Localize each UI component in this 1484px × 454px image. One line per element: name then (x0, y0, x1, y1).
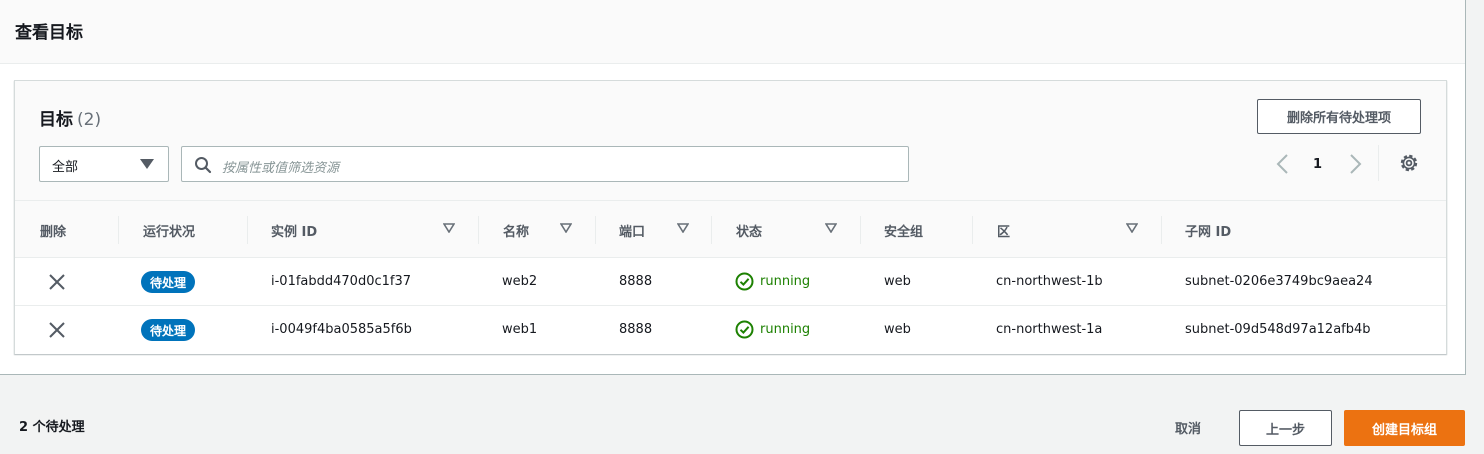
check-circle-icon (735, 320, 754, 339)
pending-count: 2 个待处理 (19, 420, 85, 435)
table-row: 待处理 i-0049f4ba0585a5f6b web1 8888 runnin… (15, 306, 1446, 354)
column-divider (478, 216, 479, 244)
column-header-name[interactable]: 名称 (503, 221, 529, 240)
name-cell: web2 (502, 274, 538, 289)
check-circle-icon (735, 272, 754, 291)
review-targets-panel: 查看目标 目标 (2) 删除所有待处理项 全部 按属性或值筛选资源 1 删除 运… (0, 0, 1466, 375)
health-badge: 待处理 (141, 271, 196, 293)
column-divider (1161, 216, 1162, 244)
pager-divider (1378, 145, 1379, 181)
security-group-cell: web (884, 274, 911, 289)
search-input[interactable]: 按属性或值筛选资源 (181, 146, 909, 182)
column-divider (118, 216, 119, 244)
sort-icon[interactable] (443, 223, 455, 233)
column-header-security-group: 安全组 (884, 225, 924, 240)
chevron-right-icon[interactable] (1345, 151, 1365, 177)
sort-icon[interactable] (1126, 223, 1138, 233)
targets-count: (2) (77, 110, 102, 130)
name-cell: web1 (502, 322, 538, 337)
zone-cell: cn-northwest-1a (996, 322, 1103, 337)
column-divider (972, 216, 973, 244)
column-divider (860, 216, 861, 244)
gear-icon[interactable] (1398, 152, 1420, 174)
table-header: 删除 运行状况 实例 ID 名称 端口 状态 安全组 区 子网 ID (15, 201, 1446, 258)
port-cell: 8888 (619, 322, 653, 337)
panel-header: 查看目标 (0, 0, 1465, 64)
column-divider (595, 216, 596, 244)
state-text: running (760, 274, 811, 289)
cancel-button[interactable]: 取消 (1160, 410, 1216, 445)
delete-all-pending-button[interactable]: 删除所有待处理项 (1257, 99, 1421, 134)
sort-icon[interactable] (825, 223, 837, 233)
remove-icon[interactable] (47, 320, 67, 340)
subnet-id-cell: subnet-0206e3749bc9aea24 (1185, 274, 1373, 289)
state-text: running (760, 322, 811, 337)
instance-id-cell: i-01fabdd470d0c1f37 (271, 274, 412, 289)
subnet-id-cell: subnet-09d548d97a12afb4b (1185, 322, 1371, 337)
column-header-zone[interactable]: 区 (997, 221, 1010, 240)
column-header-subnet-id: 子网 ID (1185, 225, 1232, 240)
zone-cell: cn-northwest-1b (996, 274, 1103, 289)
caret-down-icon (140, 159, 154, 169)
create-target-group-button[interactable]: 创建目标组 (1344, 410, 1465, 446)
column-header-state[interactable]: 状态 (736, 221, 762, 240)
filter-select[interactable]: 全部 (39, 146, 169, 182)
column-divider (711, 216, 712, 244)
search-placeholder: 按属性或值筛选资源 (222, 161, 340, 176)
panel-title: 查看目标 (15, 23, 83, 43)
filter-select-value: 全部 (52, 160, 79, 175)
sort-icon[interactable] (560, 223, 572, 233)
sort-icon[interactable] (677, 223, 689, 233)
targets-header: 目标 (2) 删除所有待处理项 全部 按属性或值筛选资源 1 (15, 81, 1446, 201)
state-cell: running (735, 320, 810, 339)
security-group-cell: web (884, 322, 911, 337)
column-divider (247, 216, 248, 244)
instance-id-cell: i-0049f4ba0585a5f6b (271, 322, 412, 337)
column-header-health: 运行状况 (143, 225, 196, 240)
column-header-instance-id[interactable]: 实例 ID (271, 221, 317, 240)
search-icon (195, 157, 212, 174)
chevron-left-icon[interactable] (1273, 151, 1293, 177)
targets-title: 目标 (2) (39, 105, 101, 130)
page-number[interactable]: 1 (1313, 157, 1322, 172)
column-header-delete: 删除 (40, 225, 67, 240)
targets-container: 目标 (2) 删除所有待处理项 全部 按属性或值筛选资源 1 删除 运行状况 实… (14, 80, 1447, 354)
targets-title-text: 目标 (39, 110, 73, 130)
state-cell: running (735, 272, 810, 291)
column-header-port[interactable]: 端口 (619, 221, 645, 240)
port-cell: 8888 (619, 274, 653, 289)
table-row: 待处理 i-01fabdd470d0c1f37 web2 8888 runnin… (15, 258, 1446, 306)
remove-icon[interactable] (47, 272, 67, 292)
health-badge: 待处理 (141, 319, 196, 341)
previous-button[interactable]: 上一步 (1239, 410, 1332, 446)
